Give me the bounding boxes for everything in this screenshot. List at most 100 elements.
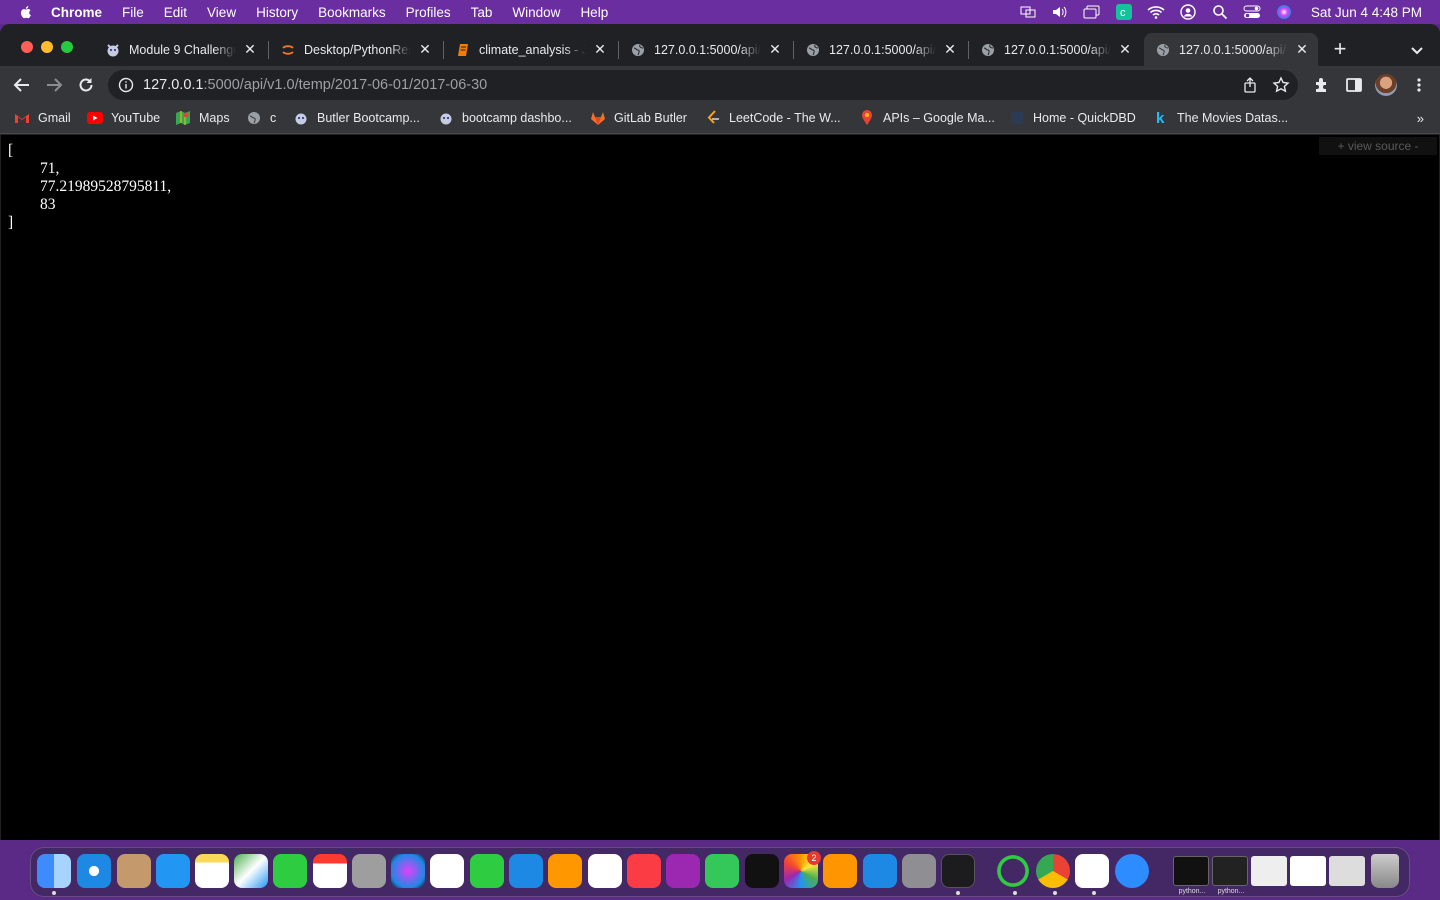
bookmark-bootcamp-dashboard[interactable]: bootcamp dashbo...: [438, 110, 572, 126]
app-store-icon[interactable]: [863, 854, 897, 888]
address-bar[interactable]: 127.0.0.1:5000/api/v1.0/temp/2017-06-01/…: [108, 70, 1298, 100]
bookmark-gmail[interactable]: Gmail: [14, 110, 71, 126]
news-icon[interactable]: [588, 854, 622, 888]
siri-icon[interactable]: [1275, 4, 1293, 20]
tab-climate-analysis[interactable]: climate_analysis - J ✕: [444, 33, 616, 66]
close-tab-icon[interactable]: ✕: [592, 41, 608, 58]
user-switch-icon[interactable]: [1179, 4, 1197, 20]
zoom-icon[interactable]: [1115, 854, 1149, 888]
minimize-window-button[interactable]: [41, 41, 53, 53]
bookmark-c[interactable]: c: [246, 110, 276, 126]
new-tab-button[interactable]: +: [1329, 38, 1351, 61]
site-info-icon[interactable]: [118, 77, 134, 93]
wifi-icon[interactable]: [1147, 4, 1165, 20]
view-source-button[interactable]: + view source -: [1319, 137, 1437, 155]
maps-app-icon[interactable]: [234, 854, 268, 888]
minimized-window-thumb[interactable]: python...: [1173, 856, 1209, 895]
minimized-window-thumb[interactable]: [1290, 856, 1326, 886]
bookmark-leetcode[interactable]: LeetCode - The W...: [705, 110, 841, 126]
close-tab-icon[interactable]: ✕: [242, 41, 258, 58]
finder-icon[interactable]: [37, 854, 71, 888]
chrome-menu-icon[interactable]: [1408, 74, 1430, 96]
profile-avatar[interactable]: [1375, 74, 1397, 96]
notes-icon[interactable]: [195, 854, 229, 888]
menu-file[interactable]: File: [122, 5, 144, 20]
chrome-app-icon[interactable]: [1036, 854, 1070, 888]
bookmark-star-icon[interactable]: [1272, 76, 1290, 99]
music-icon[interactable]: [627, 854, 661, 888]
spotlight-search-icon[interactable]: [1211, 4, 1229, 20]
bookmark-youtube[interactable]: YouTube: [87, 110, 160, 126]
tab-api-3[interactable]: 127.0.0.1:5000/api/ ✕: [969, 33, 1141, 66]
back-button[interactable]: [11, 74, 33, 96]
close-window-button[interactable]: [21, 41, 33, 53]
menu-bookmarks[interactable]: Bookmarks: [318, 5, 386, 20]
menu-profiles[interactable]: Profiles: [406, 5, 451, 20]
contacts-icon[interactable]: [117, 854, 151, 888]
podcasts-icon[interactable]: [666, 854, 700, 888]
extensions-puzzle-icon[interactable]: [1311, 74, 1333, 96]
tab-api-active[interactable]: 127.0.0.1:5000/api/ ✕: [1144, 33, 1318, 66]
launchpad-icon[interactable]: [352, 854, 386, 888]
language-icon[interactable]: [1019, 4, 1037, 20]
bookmarks-overflow-icon[interactable]: »: [1417, 111, 1424, 126]
vscode-icon[interactable]: [1075, 854, 1109, 888]
tab-jupyter[interactable]: Desktop/PythonRes ✕: [269, 33, 441, 66]
messages-icon[interactable]: [705, 854, 739, 888]
activity-monitor-icon[interactable]: [996, 854, 1030, 888]
facetime-icon[interactable]: [273, 854, 307, 888]
control-center-icon[interactable]: [1243, 4, 1261, 20]
bookmark-maps[interactable]: Maps: [175, 110, 230, 126]
reminders-icon[interactable]: [430, 854, 464, 888]
pages-icon[interactable]: [548, 854, 582, 888]
minimized-window-thumb[interactable]: [1251, 856, 1287, 886]
volume-icon[interactable]: [1051, 4, 1069, 20]
calendar-icon[interactable]: [313, 854, 347, 888]
url-text[interactable]: 127.0.0.1:5000/api/v1.0/temp/2017-06-01/…: [143, 77, 487, 93]
bookmark-butler-bootcamp[interactable]: Butler Bootcamp...: [293, 110, 420, 126]
tab-title: 127.0.0.1:5000/api/: [829, 42, 936, 57]
side-panel-icon[interactable]: [1343, 74, 1365, 96]
screen-mirroring-icon[interactable]: [1083, 4, 1101, 20]
bookmark-quickdbd[interactable]: Home - QuickDBD: [1009, 110, 1136, 126]
close-tab-icon[interactable]: ✕: [1294, 41, 1310, 58]
terminal-icon[interactable]: [941, 854, 975, 888]
tab-search-chevron-icon[interactable]: [1407, 40, 1427, 60]
menu-window[interactable]: Window: [512, 5, 560, 20]
minimized-window-thumb[interactable]: python...: [1212, 856, 1248, 895]
close-tab-icon[interactable]: ✕: [767, 41, 783, 58]
menu-help[interactable]: Help: [580, 5, 608, 20]
books-icon[interactable]: [823, 854, 857, 888]
close-tab-icon[interactable]: ✕: [417, 41, 433, 58]
siri-app-icon[interactable]: [391, 854, 425, 888]
safari-icon[interactable]: [77, 854, 111, 888]
photos-icon[interactable]: 2: [784, 851, 821, 888]
system-preferences-icon[interactable]: [902, 854, 936, 888]
numbers-icon[interactable]: [470, 854, 504, 888]
tab-api-1[interactable]: 127.0.0.1:5000/api/ ✕: [619, 33, 791, 66]
tab-module-9[interactable]: Module 9 Challenge ✕: [94, 33, 266, 66]
bookmark-apis-google-maps[interactable]: APIs – Google Ma...: [859, 110, 995, 126]
minimized-window-thumb[interactable]: [1329, 856, 1365, 886]
menu-edit[interactable]: Edit: [164, 5, 187, 20]
share-icon[interactable]: [1242, 77, 1258, 98]
zoom-window-button[interactable]: [61, 41, 73, 53]
trash-icon[interactable]: [1371, 854, 1399, 888]
bookmark-movies-dataset[interactable]: k The Movies Datas...: [1153, 110, 1288, 126]
reload-button[interactable]: [75, 74, 97, 96]
menu-clock[interactable]: Sat Jun 4 4:48 PM: [1311, 5, 1422, 20]
close-tab-icon[interactable]: ✕: [942, 41, 958, 58]
apple-tv-icon[interactable]: [745, 854, 779, 888]
close-tab-icon[interactable]: ✕: [1117, 41, 1133, 58]
keynote-icon[interactable]: [509, 854, 543, 888]
mail-icon[interactable]: [156, 854, 190, 888]
menu-tab[interactable]: Tab: [471, 5, 493, 20]
menu-app-name[interactable]: Chrome: [51, 5, 102, 20]
bookmark-gitlab[interactable]: GitLab Butler: [590, 110, 687, 126]
tab-api-2[interactable]: 127.0.0.1:5000/api/ ✕: [794, 33, 966, 66]
apple-menu-icon[interactable]: [18, 4, 34, 20]
menu-view[interactable]: View: [207, 5, 236, 20]
menu-history[interactable]: History: [256, 5, 298, 20]
forward-button[interactable]: [43, 74, 65, 96]
grammarly-icon[interactable]: c: [1115, 4, 1133, 20]
